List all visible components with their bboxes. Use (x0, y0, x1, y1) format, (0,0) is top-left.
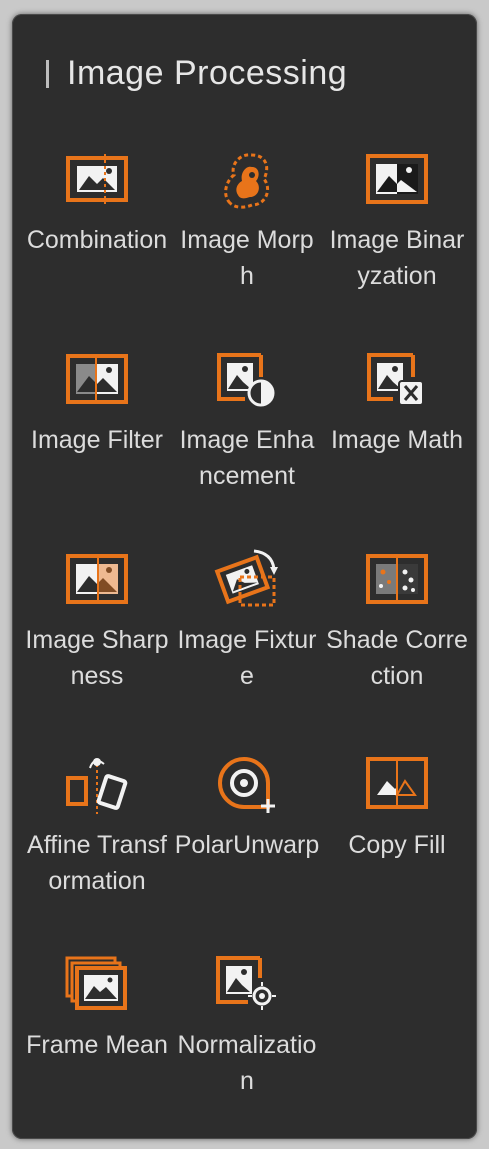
tool-combination[interactable]: Combination (22, 144, 172, 306)
tool-label: Normalization (177, 1031, 317, 1095)
tool-normalization[interactable]: Normalization (172, 949, 322, 1111)
tool-frame-mean[interactable]: Frame Mean (22, 949, 172, 1111)
sharpness-icon (62, 544, 132, 614)
tool-label: Image Sharpness (25, 626, 169, 690)
combination-icon (62, 144, 132, 214)
tool-label: Image Fixture (177, 626, 317, 690)
tool-image-binaryzation[interactable]: Image Binaryzation (322, 144, 472, 306)
panel-title: Image Processing (67, 54, 348, 92)
enhancement-icon (212, 344, 282, 414)
tool-label: Image Enhancement (179, 426, 315, 490)
tool-shade-correction[interactable]: Shade Correction (322, 544, 472, 706)
polar-unwarp-icon (212, 749, 282, 819)
tool-label: Image Morph (180, 226, 314, 290)
tool-polar-unwarp[interactable]: PolarUnwarp (172, 749, 322, 911)
tool-label: Image Math (330, 426, 463, 454)
tool-label: Image Binaryzation (329, 226, 465, 290)
tool-image-sharpness[interactable]: Image Sharpness (22, 544, 172, 706)
tool-image-fixture[interactable]: Image Fixture (172, 544, 322, 706)
filter-icon (62, 344, 132, 414)
affine-transform-icon (62, 749, 132, 819)
tool-copy-fill[interactable]: Copy Fill (322, 749, 472, 911)
morph-icon (212, 144, 282, 214)
tool-label: Combination (26, 226, 168, 254)
tool-image-math[interactable]: Image Math (322, 344, 472, 506)
tool-label: Copy Fill (348, 831, 446, 859)
tool-image-filter[interactable]: Image Filter (22, 344, 172, 506)
image-processing-panel: Image Processing Combination Image Morph (12, 14, 477, 1139)
tool-affine-transformation[interactable]: Affine Transformation (22, 749, 172, 911)
normalization-icon (212, 949, 282, 1019)
math-icon (362, 344, 432, 414)
tool-label: Frame Mean (26, 1031, 168, 1059)
tool-image-morph[interactable]: Image Morph (172, 144, 322, 306)
tool-label: Affine Transformation (27, 831, 167, 895)
frame-mean-icon (62, 949, 132, 1019)
fixture-icon (212, 544, 282, 614)
tool-label: Shade Correction (326, 626, 468, 690)
tool-label: PolarUnwarp (174, 831, 320, 859)
tool-label: Image Filter (31, 426, 163, 454)
panel-header: Image Processing (46, 54, 347, 93)
tool-image-enhancement[interactable]: Image Enhancement (172, 344, 322, 506)
copy-fill-icon (362, 749, 432, 819)
header-divider (46, 59, 49, 88)
shade-correction-icon (362, 544, 432, 614)
binaryzation-icon (362, 144, 432, 214)
